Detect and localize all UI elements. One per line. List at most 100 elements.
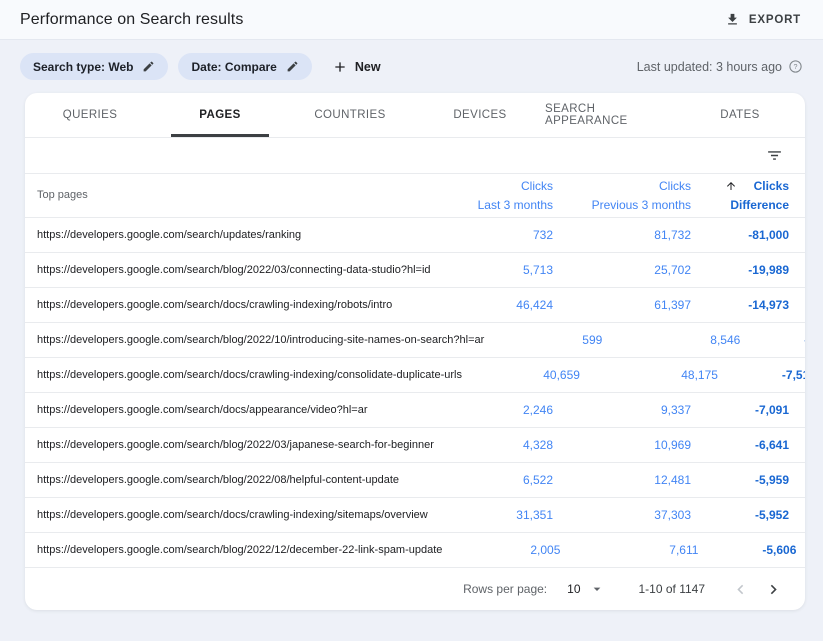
tab[interactable]: SEARCH APPEARANCE bbox=[545, 93, 675, 137]
page-url: https://developers.google.com/search/blo… bbox=[37, 474, 435, 486]
clicks-difference-value: -5,952 bbox=[691, 508, 789, 522]
clicks-previous-value: 61,397 bbox=[553, 298, 691, 312]
table-body: https://developers.google.com/search/upd… bbox=[25, 218, 805, 568]
clicks-difference-value: -6,641 bbox=[691, 438, 789, 452]
clicks-previous-value: 25,702 bbox=[553, 263, 691, 277]
table-row[interactable]: https://developers.google.com/search/doc… bbox=[25, 498, 805, 533]
pagination-range: 1-10 of 1147 bbox=[639, 582, 706, 596]
report-card: QUERIES PAGES COUNTRIES DEVICES SEARCH A… bbox=[25, 93, 805, 610]
clicks-last-value: 2,246 bbox=[435, 403, 553, 417]
column-header-top-pages[interactable]: Top pages bbox=[37, 187, 435, 204]
tab-label: PAGES bbox=[199, 109, 240, 121]
tab[interactable]: COUNTRIES bbox=[285, 93, 415, 137]
clicks-difference-value: -7,516 bbox=[718, 368, 805, 382]
clicks-previous-value: 37,303 bbox=[553, 508, 691, 522]
clicks-previous-value: 10,969 bbox=[553, 438, 691, 452]
table-row[interactable]: https://developers.google.com/search/blo… bbox=[25, 533, 805, 568]
column-header-line: Clicks bbox=[553, 177, 691, 196]
table-header: Top pages Clicks Last 3 months Clicks Pr… bbox=[25, 174, 805, 218]
rows-per-page: Rows per page: 10 bbox=[463, 581, 604, 597]
tab[interactable]: DATES bbox=[675, 93, 805, 137]
column-header-clicks-difference[interactable]: Clicks Difference bbox=[691, 177, 789, 214]
rows-per-page-value[interactable]: 10 bbox=[567, 582, 580, 596]
column-header-clicks-previous[interactable]: Clicks Previous 3 months bbox=[553, 177, 691, 214]
arrow-up-icon bbox=[725, 180, 737, 192]
column-header-line: Difference bbox=[691, 196, 789, 215]
clicks-last-value: 46,424 bbox=[435, 298, 553, 312]
clicks-last-value: 31,351 bbox=[435, 508, 553, 522]
clicks-difference-value: -14,973 bbox=[691, 298, 789, 312]
table-row[interactable]: https://developers.google.com/search/doc… bbox=[25, 288, 805, 323]
page-url: https://developers.google.com/search/upd… bbox=[37, 229, 435, 241]
clicks-previous-value: 8,546 bbox=[602, 333, 740, 347]
clicks-difference-value: -81,000 bbox=[691, 228, 789, 242]
plus-icon bbox=[332, 59, 348, 75]
tab-label: DATES bbox=[720, 109, 760, 121]
clicks-previous-value: 7,611 bbox=[560, 543, 698, 557]
column-header-clicks-last[interactable]: Clicks Last 3 months bbox=[435, 177, 553, 214]
table-row[interactable]: https://developers.google.com/search/doc… bbox=[25, 393, 805, 428]
export-label: EXPORT bbox=[749, 14, 801, 26]
filter-bar: Search type: Web Date: Compare New Last … bbox=[0, 40, 823, 93]
table-toolbar bbox=[25, 138, 805, 174]
clicks-difference-value: -19,989 bbox=[691, 263, 789, 277]
search-performance-page: Performance on Search results EXPORT Sea… bbox=[0, 0, 823, 641]
table-row[interactable]: https://developers.google.com/search/doc… bbox=[25, 358, 805, 393]
clicks-last-value: 6,522 bbox=[435, 473, 553, 487]
clicks-difference-value: -7,091 bbox=[691, 403, 789, 417]
chevron-left-icon[interactable] bbox=[731, 580, 750, 599]
filter-chip-label: Date: Compare bbox=[191, 60, 276, 74]
clicks-difference-value: -7,947 bbox=[740, 333, 805, 347]
tab-label: SEARCH APPEARANCE bbox=[545, 103, 675, 127]
table-row[interactable]: https://developers.google.com/search/blo… bbox=[25, 463, 805, 498]
filter-chip[interactable]: Search type: Web bbox=[20, 53, 168, 80]
download-icon bbox=[725, 12, 740, 27]
new-filter-label: New bbox=[355, 60, 381, 74]
table-row[interactable]: https://developers.google.com/search/blo… bbox=[25, 323, 805, 358]
titlebar: Performance on Search results EXPORT bbox=[0, 0, 823, 40]
clicks-difference-value: -5,606 bbox=[698, 543, 796, 557]
tab-label: QUERIES bbox=[63, 109, 118, 121]
pager bbox=[731, 580, 783, 599]
tab[interactable]: DEVICES bbox=[415, 93, 545, 137]
page-url: https://developers.google.com/search/blo… bbox=[37, 334, 484, 346]
column-header-line: Previous 3 months bbox=[553, 196, 691, 215]
clicks-previous-value: 12,481 bbox=[553, 473, 691, 487]
tab[interactable]: PAGES bbox=[155, 93, 285, 137]
clicks-previous-value: 9,337 bbox=[553, 403, 691, 417]
clicks-difference-value: -5,959 bbox=[691, 473, 789, 487]
page-url: https://developers.google.com/search/doc… bbox=[37, 404, 435, 416]
caret-down-icon[interactable] bbox=[589, 581, 605, 597]
tab[interactable]: QUERIES bbox=[25, 93, 155, 137]
page-url: https://developers.google.com/search/blo… bbox=[37, 264, 435, 276]
help-circle-icon[interactable]: ? bbox=[788, 59, 803, 74]
page-url: https://developers.google.com/search/blo… bbox=[37, 439, 435, 451]
page-title: Performance on Search results bbox=[20, 11, 243, 29]
table-row[interactable]: https://developers.google.com/search/blo… bbox=[25, 428, 805, 463]
clicks-last-value: 599 bbox=[484, 333, 602, 347]
tab-bar: QUERIES PAGES COUNTRIES DEVICES SEARCH A… bbox=[25, 93, 805, 138]
page-url: https://developers.google.com/search/doc… bbox=[37, 299, 435, 311]
clicks-last-value: 4,328 bbox=[435, 438, 553, 452]
table-row[interactable]: https://developers.google.com/search/blo… bbox=[25, 253, 805, 288]
svg-text:?: ? bbox=[794, 63, 798, 71]
edit-pencil-icon bbox=[142, 60, 155, 73]
page-url: https://developers.google.com/search/doc… bbox=[37, 369, 462, 381]
column-header-line: Clicks bbox=[754, 177, 789, 196]
export-button[interactable]: EXPORT bbox=[725, 12, 801, 27]
filter-list-icon[interactable] bbox=[766, 147, 783, 164]
column-header-line: Last 3 months bbox=[435, 196, 553, 215]
last-updated-text: Last updated: 3 hours ago bbox=[637, 60, 782, 74]
chevron-right-icon[interactable] bbox=[764, 580, 783, 599]
filter-chip-label: Search type: Web bbox=[33, 60, 133, 74]
tab-label: DEVICES bbox=[453, 109, 506, 121]
new-filter-button[interactable]: New bbox=[332, 59, 381, 75]
rows-per-page-label: Rows per page: bbox=[463, 582, 547, 596]
clicks-previous-value: 48,175 bbox=[580, 368, 718, 382]
clicks-last-value: 732 bbox=[435, 228, 553, 242]
filter-chip[interactable]: Date: Compare bbox=[178, 53, 311, 80]
edit-pencil-icon bbox=[286, 60, 299, 73]
table-row[interactable]: https://developers.google.com/search/upd… bbox=[25, 218, 805, 253]
tab-label: COUNTRIES bbox=[314, 109, 385, 121]
clicks-previous-value: 81,732 bbox=[553, 228, 691, 242]
